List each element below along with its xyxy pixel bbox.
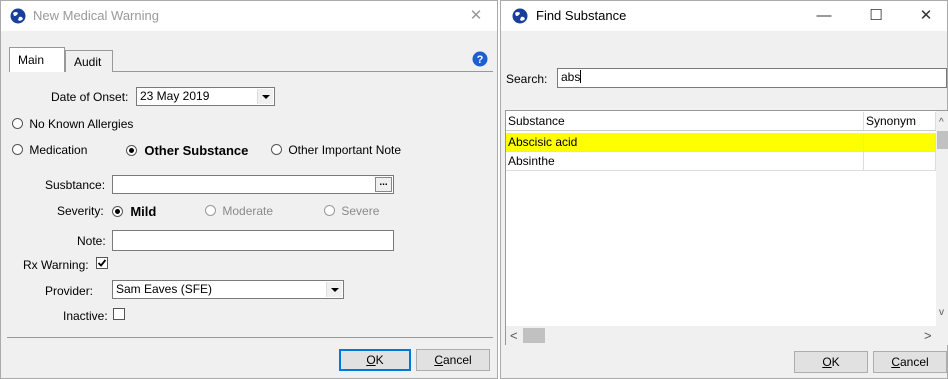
help-icon[interactable]: ? xyxy=(472,51,488,67)
search-value: abs xyxy=(561,70,581,84)
footer-divider xyxy=(7,337,493,338)
table-row[interactable]: Absinthe xyxy=(506,152,936,171)
window-title: New Medical Warning xyxy=(33,8,159,23)
scroll-down-icon[interactable]: v xyxy=(939,307,944,318)
cancel-button-key: C xyxy=(891,355,900,369)
severity-moderate-option[interactable]: Moderate xyxy=(205,204,273,218)
table-row[interactable]: Abscisic acid xyxy=(506,133,936,152)
ok-button-key: O xyxy=(366,353,376,367)
medication-option[interactable]: Medication xyxy=(12,143,87,157)
column-header-substance[interactable]: Substance xyxy=(506,112,864,130)
ok-button-label: K xyxy=(831,355,840,369)
radio-selected-icon xyxy=(126,145,137,156)
title-bar: New Medical Warning ✕ xyxy=(1,1,497,31)
grid-header: Substance Synonym xyxy=(506,111,936,131)
horizontal-scrollbar[interactable]: < > xyxy=(506,326,948,345)
vertical-scrollbar[interactable]: ^ v xyxy=(936,111,948,326)
title-bar: Find Substance — ☐ ✕ xyxy=(501,1,947,31)
radio-icon xyxy=(271,144,282,155)
scroll-thumb[interactable] xyxy=(523,328,545,343)
cancel-button-label: ancel xyxy=(899,355,929,369)
tab-main[interactable]: Main xyxy=(9,47,65,72)
other-important-note-option[interactable]: Other Important Note xyxy=(271,143,401,157)
tab-audit-label: Audit xyxy=(74,55,102,69)
synonym-cell xyxy=(864,152,936,170)
close-icon[interactable]: ✕ xyxy=(903,1,948,31)
ok-button[interactable]: OK xyxy=(339,349,411,371)
scroll-thumb[interactable] xyxy=(937,131,948,149)
tab-main-label: Main xyxy=(18,53,45,67)
ok-button-key: O xyxy=(822,355,832,369)
date-of-onset-field[interactable]: 23 May 2019 xyxy=(136,87,275,106)
text-cursor xyxy=(580,70,582,83)
radio-icon xyxy=(12,144,23,155)
radio-icon xyxy=(205,205,216,216)
severity-label: Severity: xyxy=(57,204,104,218)
no-known-allergies-label: No Known Allergies xyxy=(29,117,134,131)
synonym-cell xyxy=(864,133,936,151)
inactive-checkbox[interactable] xyxy=(113,308,125,320)
provider-value: Sam Eaves (SFE) xyxy=(116,282,213,296)
note-input[interactable] xyxy=(112,230,394,251)
cancel-button-label: ancel xyxy=(442,353,472,367)
find-substance-window: Find Substance — ☐ ✕ Search: abs Substan… xyxy=(500,0,948,379)
rx-warning-label: Rx Warning: xyxy=(23,258,89,272)
severity-severe-option[interactable]: Severe xyxy=(324,204,379,218)
scroll-right-icon[interactable]: > xyxy=(924,328,932,343)
chevron-down-icon[interactable] xyxy=(326,282,342,297)
substance-label: Susbtance: xyxy=(45,178,106,192)
provider-label: Provider: xyxy=(45,284,94,298)
other-important-note-label: Other Important Note xyxy=(288,143,402,157)
date-of-onset-value: 23 May 2019 xyxy=(140,89,210,103)
ok-button-label: K xyxy=(375,353,384,367)
cancel-button[interactable]: Cancel xyxy=(873,351,947,373)
severity-severe-label: Severe xyxy=(341,204,380,218)
provider-select[interactable]: Sam Eaves (SFE) xyxy=(112,280,344,299)
severity-mild-option[interactable]: Mild xyxy=(112,204,156,219)
ok-button[interactable]: OK xyxy=(794,351,868,373)
substance-input[interactable]: ... xyxy=(112,175,394,194)
tab-strip-line xyxy=(113,71,493,72)
medical-warning-window: New Medical Warning ✕ Main Audit ? Date … xyxy=(0,0,498,379)
no-known-allergies-option[interactable]: No Known Allergies xyxy=(12,117,133,131)
window-title: Find Substance xyxy=(536,8,627,23)
globe-icon xyxy=(512,8,528,24)
medication-label: Medication xyxy=(29,143,88,157)
cancel-button[interactable]: Cancel xyxy=(416,349,490,371)
maximize-icon[interactable]: ☐ xyxy=(853,1,899,31)
chevron-down-icon[interactable] xyxy=(257,89,273,104)
close-icon[interactable]: ✕ xyxy=(453,1,499,31)
browse-button[interactable]: ... xyxy=(375,177,392,192)
severity-moderate-label: Moderate xyxy=(222,204,274,218)
inactive-label: Inactive: xyxy=(63,309,108,323)
checkmark-icon xyxy=(97,259,107,267)
note-label: Note: xyxy=(77,234,106,248)
minimize-icon[interactable]: — xyxy=(801,1,847,31)
other-substance-label: Other Substance xyxy=(144,143,249,158)
radio-selected-icon xyxy=(112,206,123,217)
cancel-button-key: C xyxy=(434,353,443,367)
column-header-synonym[interactable]: Synonym xyxy=(864,112,936,130)
substance-cell: Abscisic acid xyxy=(506,133,864,151)
radio-icon xyxy=(12,118,23,129)
tab-audit[interactable]: Audit xyxy=(65,50,113,72)
substance-grid: Substance Synonym Abscisic acid Absinthe… xyxy=(505,110,948,345)
severity-mild-label: Mild xyxy=(130,204,157,219)
scroll-left-icon[interactable]: < xyxy=(510,328,518,343)
search-label: Search: xyxy=(506,72,548,86)
svg-text:?: ? xyxy=(477,54,484,66)
globe-icon xyxy=(10,8,26,24)
search-input[interactable]: abs xyxy=(557,68,947,88)
substance-cell: Absinthe xyxy=(506,152,864,170)
date-of-onset-label: Date of Onset: xyxy=(51,90,129,104)
radio-icon xyxy=(324,205,335,216)
scroll-up-icon[interactable]: ^ xyxy=(939,117,944,128)
rx-warning-checkbox[interactable] xyxy=(96,257,108,269)
other-substance-option[interactable]: Other Substance xyxy=(126,143,248,158)
